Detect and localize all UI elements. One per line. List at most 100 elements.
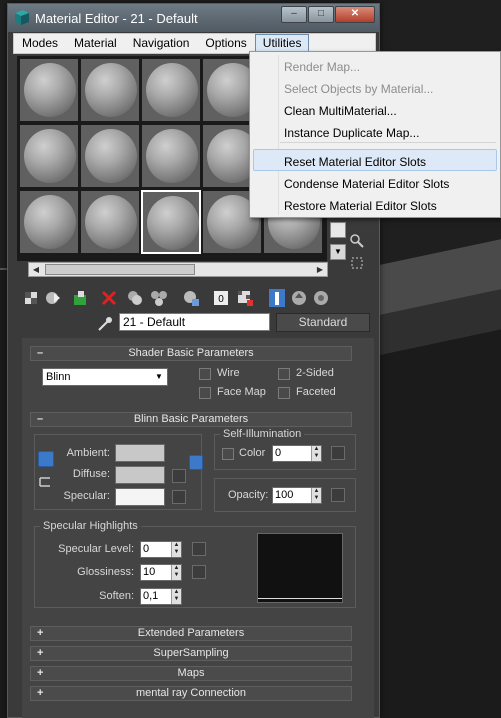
sample-slot[interactable] bbox=[19, 190, 79, 254]
two-sided-checkbox[interactable] bbox=[278, 368, 290, 380]
menu-navigation[interactable]: Navigation bbox=[125, 34, 198, 53]
material-sphere bbox=[24, 129, 76, 183]
3dsmax-app-icon bbox=[15, 10, 29, 25]
self-illum-color-checkbox[interactable] bbox=[222, 448, 234, 460]
go-to-parent-icon[interactable] bbox=[290, 289, 308, 307]
scroll-left-icon[interactable]: ◀ bbox=[29, 263, 43, 276]
spinner-arrows-icon[interactable]: ▲ ▼ bbox=[171, 565, 181, 580]
svg-text:0: 0 bbox=[218, 294, 224, 305]
assign-material-icon[interactable] bbox=[72, 289, 90, 307]
wire-checkbox[interactable] bbox=[199, 368, 211, 380]
material-id-channel-icon[interactable]: 0 bbox=[212, 289, 230, 307]
rollout-shader-basic-header[interactable]: – Shader Basic Parameters bbox=[30, 346, 352, 361]
ambient-color-swatch[interactable] bbox=[115, 444, 165, 462]
material-sphere bbox=[24, 195, 76, 249]
glossiness-spinner[interactable]: 10 ▲ ▼ bbox=[140, 564, 182, 581]
put-to-scene-icon[interactable] bbox=[44, 289, 62, 307]
lock-diffuse-specular-icon[interactable] bbox=[38, 474, 52, 490]
expand-icon: + bbox=[37, 687, 44, 699]
rollout-title: SuperSampling bbox=[153, 647, 229, 659]
sample-slot[interactable] bbox=[19, 124, 79, 188]
spinner-arrows-icon[interactable]: ▲ ▼ bbox=[171, 542, 181, 557]
specular-level-spinner[interactable]: 0 ▲ ▼ bbox=[140, 541, 182, 558]
specular-level-label: Specular Level: bbox=[58, 543, 134, 555]
shader-type-value: Blinn bbox=[46, 371, 71, 383]
close-button[interactable]: ✕ bbox=[335, 6, 375, 23]
rollout-extended-parameters[interactable]: + Extended Parameters bbox=[30, 626, 352, 641]
menu-item-instance-duplicate-map[interactable]: Instance Duplicate Map... bbox=[284, 126, 419, 140]
get-material-icon[interactable] bbox=[22, 289, 40, 307]
sample-slot[interactable] bbox=[141, 58, 201, 122]
scroll-down-icon[interactable]: ▼ bbox=[330, 244, 346, 260]
spinner-arrows-icon[interactable]: ▲ ▼ bbox=[311, 446, 321, 461]
menu-item-select-objects-by-material[interactable]: Select Objects by Material... bbox=[284, 82, 433, 96]
select-by-material-icon[interactable] bbox=[350, 256, 364, 270]
maximize-button[interactable]: □ bbox=[308, 6, 334, 23]
self-illum-value: 0 bbox=[275, 447, 282, 459]
faceted-checkbox[interactable] bbox=[278, 387, 290, 399]
magnify-icon[interactable] bbox=[350, 234, 364, 248]
diffuse-map-button[interactable] bbox=[172, 469, 186, 483]
menu-options[interactable]: Options bbox=[197, 34, 254, 53]
specular-highlights-title: Specular Highlights bbox=[40, 520, 141, 532]
self-illumination-title: Self-Illumination bbox=[220, 428, 305, 440]
soften-spinner[interactable]: 0,1 ▲ ▼ bbox=[140, 588, 182, 605]
make-unique-icon[interactable] bbox=[150, 289, 168, 307]
minimize-button[interactable]: – bbox=[281, 6, 307, 23]
material-toolbar: 0 bbox=[22, 287, 372, 311]
material-type-button[interactable]: Standard bbox=[276, 313, 370, 332]
self-illum-map-button[interactable] bbox=[331, 446, 345, 460]
menu-item-reset-material-editor-slots[interactable]: Reset Material Editor Slots bbox=[284, 155, 426, 169]
specular-map-button[interactable] bbox=[172, 490, 186, 504]
specular-level-map-button[interactable] bbox=[192, 542, 206, 556]
rollout-title: mental ray Connection bbox=[135, 687, 247, 699]
copy-material-icon[interactable] bbox=[126, 289, 144, 307]
ambient-label: Ambient: bbox=[66, 447, 110, 459]
show-map-in-viewport-icon[interactable] bbox=[236, 289, 254, 307]
specular-color-swatch[interactable] bbox=[115, 488, 165, 506]
menu-item-render-map[interactable]: Render Map... bbox=[284, 60, 360, 74]
rollout-maps[interactable]: + Maps bbox=[30, 666, 352, 681]
sample-slot[interactable] bbox=[141, 124, 201, 188]
spinner-arrows-icon[interactable]: ▲ ▼ bbox=[171, 589, 181, 604]
go-forward-to-sibling-icon[interactable] bbox=[312, 289, 330, 307]
put-to-library-icon[interactable] bbox=[182, 289, 200, 307]
rollout-supersampling[interactable]: + SuperSampling bbox=[30, 646, 352, 661]
menu-item-clean-multimaterial[interactable]: Clean MultiMaterial... bbox=[284, 104, 397, 118]
sample-slot[interactable] bbox=[19, 58, 79, 122]
eyedropper-icon[interactable] bbox=[96, 315, 114, 333]
lock-icon[interactable] bbox=[189, 455, 203, 470]
collapse-icon: – bbox=[37, 347, 44, 359]
wire-label: Wire bbox=[217, 367, 240, 379]
show-end-result-icon[interactable] bbox=[268, 289, 286, 307]
faceted-label: Faceted bbox=[296, 386, 336, 398]
material-name-field[interactable]: 21 - Default ▼ bbox=[119, 313, 366, 331]
opacity-spinner[interactable]: 100 ▲ ▼ bbox=[272, 487, 322, 504]
sample-slot-selected[interactable] bbox=[141, 190, 201, 254]
spinner-arrows-icon[interactable]: ▲ ▼ bbox=[311, 488, 321, 503]
diffuse-color-swatch[interactable] bbox=[115, 466, 165, 484]
expand-icon: + bbox=[37, 627, 44, 639]
title-bar[interactable]: Material Editor - 21 - Default – □ ✕ bbox=[8, 4, 379, 32]
rollout-mental-ray-connection[interactable]: + mental ray Connection bbox=[30, 686, 352, 701]
sample-type-button[interactable] bbox=[330, 222, 346, 238]
self-illum-value-spinner[interactable]: 0 ▲ ▼ bbox=[272, 445, 322, 462]
shader-type-dropdown[interactable]: Blinn ▼ bbox=[42, 368, 168, 386]
sample-slot[interactable] bbox=[80, 124, 140, 188]
glossiness-map-button[interactable] bbox=[192, 565, 206, 579]
scroll-thumb[interactable] bbox=[45, 264, 195, 275]
sample-slot[interactable] bbox=[80, 190, 140, 254]
scroll-right-icon[interactable]: ▶ bbox=[313, 263, 327, 276]
face-map-checkbox[interactable] bbox=[199, 387, 211, 399]
reset-map-icon[interactable] bbox=[100, 289, 118, 307]
menu-material[interactable]: Material bbox=[66, 34, 125, 53]
glossiness-value: 10 bbox=[143, 566, 156, 578]
rollout-blinn-basic-header[interactable]: – Blinn Basic Parameters bbox=[30, 412, 352, 427]
opacity-map-button[interactable] bbox=[331, 488, 345, 502]
expand-icon: + bbox=[37, 647, 44, 659]
slots-horizontal-scrollbar[interactable]: ◀ ▶ bbox=[28, 262, 328, 277]
menu-item-condense-material-editor-slots[interactable]: Condense Material Editor Slots bbox=[284, 177, 449, 191]
menu-item-restore-material-editor-slots[interactable]: Restore Material Editor Slots bbox=[284, 199, 437, 213]
menu-modes[interactable]: Modes bbox=[14, 34, 66, 53]
sample-slot[interactable] bbox=[80, 58, 140, 122]
